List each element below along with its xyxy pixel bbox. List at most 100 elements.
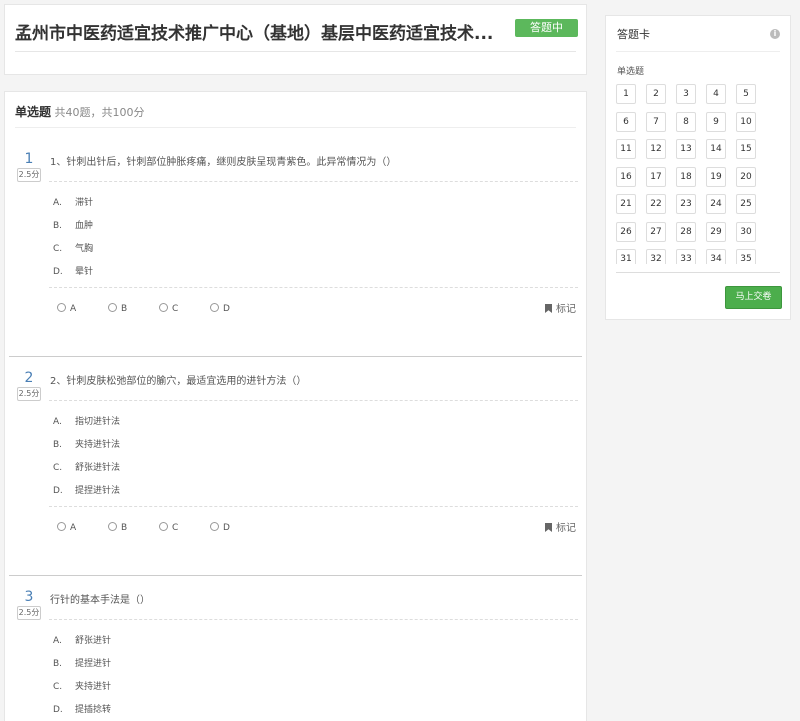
option-a: A. 指切进针法: [53, 414, 120, 427]
question-number-button[interactable]: 21: [616, 194, 636, 214]
question-divider: [49, 619, 578, 620]
submit-exam-button[interactable]: 马上交卷: [725, 286, 782, 309]
question-score: 2.5分: [17, 168, 41, 182]
bookmark-icon: [545, 523, 552, 532]
question-number-button[interactable]: 19: [706, 166, 726, 187]
question-number-button[interactable]: 16: [616, 166, 636, 187]
question-divider: [49, 181, 578, 182]
radio-circle-icon: [108, 303, 117, 312]
section-divider: [15, 127, 576, 128]
question-number-button[interactable]: 25: [736, 194, 756, 214]
choice-d-radio[interactable]: D: [210, 303, 230, 314]
question-number-button[interactable]: 9: [706, 111, 726, 132]
mark-button[interactable]: 标记: [545, 300, 576, 315]
question-number-button[interactable]: 12: [646, 139, 666, 159]
option-text: 提捏进针法: [75, 486, 121, 496]
option-text: 气胸: [75, 244, 94, 254]
exam-header: 孟州市中医药适宜技术推广中心（基地）基层中医药适宜技术... 答题中: [4, 4, 587, 75]
section-name: 单选题: [15, 105, 52, 119]
radio-circle-icon: [57, 303, 66, 312]
option-text: 舒张进针法: [75, 463, 121, 473]
choice-c-radio[interactable]: C: [159, 303, 178, 314]
question-number-button[interactable]: 26: [616, 221, 636, 242]
option-letter: A.: [53, 636, 62, 646]
option-letter: B.: [53, 659, 63, 669]
question-separator: [9, 356, 582, 357]
choice-b-radio[interactable]: B: [108, 303, 127, 314]
question-number-button[interactable]: 13: [676, 139, 696, 159]
question-number-button[interactable]: 28: [676, 221, 696, 242]
question-number-button[interactable]: 23: [676, 194, 696, 214]
question-number-button[interactable]: 6: [616, 111, 636, 132]
question-number-button[interactable]: 18: [676, 166, 696, 187]
choice-label: C: [172, 523, 179, 533]
option-text: 夹持进针法: [75, 440, 121, 450]
mark-button[interactable]: 标记: [545, 519, 576, 534]
section-summary: 共40题，共100分: [54, 106, 145, 119]
option-d: D. 晕针: [53, 264, 93, 277]
question-number-button[interactable]: 32: [646, 249, 666, 264]
question-number-button[interactable]: 11: [616, 139, 636, 159]
choice-c-radio[interactable]: C: [159, 522, 178, 533]
question-separator: [9, 575, 582, 576]
option-letter: B.: [53, 440, 63, 450]
question-number-button[interactable]: 4: [706, 84, 726, 104]
question-number-button[interactable]: 31: [616, 249, 636, 264]
option-b: B. 提捏进针: [53, 656, 111, 669]
radio-circle-icon: [159, 522, 168, 531]
header-divider: [15, 51, 576, 52]
option-d: D. 提捏进针法: [53, 483, 120, 496]
question-number: 2: [24, 370, 34, 386]
question-number-button[interactable]: 30: [736, 221, 756, 242]
option-text: 夹持进针: [75, 682, 112, 692]
question-number-button[interactable]: 17: [646, 166, 666, 187]
grid-divider: [616, 272, 780, 273]
section-header: 单选题 共40题，共100分: [15, 103, 145, 120]
question-number-button[interactable]: 27: [646, 221, 666, 242]
question-number-button[interactable]: 24: [706, 194, 726, 214]
question-number-button[interactable]: 2: [646, 84, 666, 104]
choice-b-radio[interactable]: B: [108, 522, 127, 533]
question-number-button[interactable]: 10: [736, 111, 756, 132]
option-letter: A.: [53, 417, 62, 427]
question-number-button[interactable]: 15: [736, 139, 756, 159]
question-number-button[interactable]: 1: [616, 84, 636, 104]
choice-label: B: [121, 304, 128, 314]
question-number-button[interactable]: 20: [736, 166, 756, 187]
option-letter: D.: [53, 486, 63, 496]
question-score: 2.5分: [17, 606, 41, 620]
info-icon[interactable]: i: [770, 29, 780, 39]
option-a: A. 舒张进针: [53, 633, 111, 646]
question-number-button[interactable]: 33: [676, 249, 696, 264]
choice-a-radio[interactable]: A: [57, 303, 76, 314]
option-text: 晕针: [75, 267, 94, 277]
option-a: A. 滞针: [53, 195, 93, 208]
option-letter: C.: [53, 682, 63, 692]
question-number-button[interactable]: 3: [676, 84, 696, 104]
question-number-button[interactable]: 35: [736, 249, 756, 264]
question-text: 2、针刺皮肤松弛部位的腧穴，最适宜选用的进针方法（）: [50, 376, 307, 387]
question-number-button[interactable]: 7: [646, 111, 666, 132]
option-c: C. 气胸: [53, 241, 93, 254]
radio-circle-icon: [108, 522, 117, 531]
options-divider: [49, 287, 578, 288]
option-text: 指切进针法: [75, 417, 121, 427]
question-number-button[interactable]: 8: [676, 111, 696, 132]
question-text: 行针的基本手法是（）: [50, 595, 150, 606]
question-number-grid[interactable]: 1 2 3 4 5 6 7 8 9 10 11 12 13 14 15 16 17 18 19 20 21 22 23 24 2…: [616, 84, 782, 264]
radio-circle-icon: [210, 522, 219, 531]
question-number-button[interactable]: 29: [706, 221, 726, 242]
choice-a-radio[interactable]: A: [57, 522, 76, 533]
choice-label: B: [121, 523, 128, 533]
option-b: B. 夹持进针法: [53, 437, 120, 450]
question-number: 1: [24, 151, 34, 167]
choice-d-radio[interactable]: D: [210, 522, 230, 533]
option-text: 提捏进针: [75, 659, 112, 669]
question-number-button[interactable]: 34: [706, 249, 726, 264]
question-number-button[interactable]: 5: [736, 84, 756, 104]
question-number-button[interactable]: 22: [646, 194, 666, 214]
status-badge: 答题中: [515, 19, 578, 37]
choice-label: D: [223, 304, 230, 314]
question-number-button[interactable]: 14: [706, 139, 726, 159]
option-text: 血肿: [75, 221, 94, 231]
